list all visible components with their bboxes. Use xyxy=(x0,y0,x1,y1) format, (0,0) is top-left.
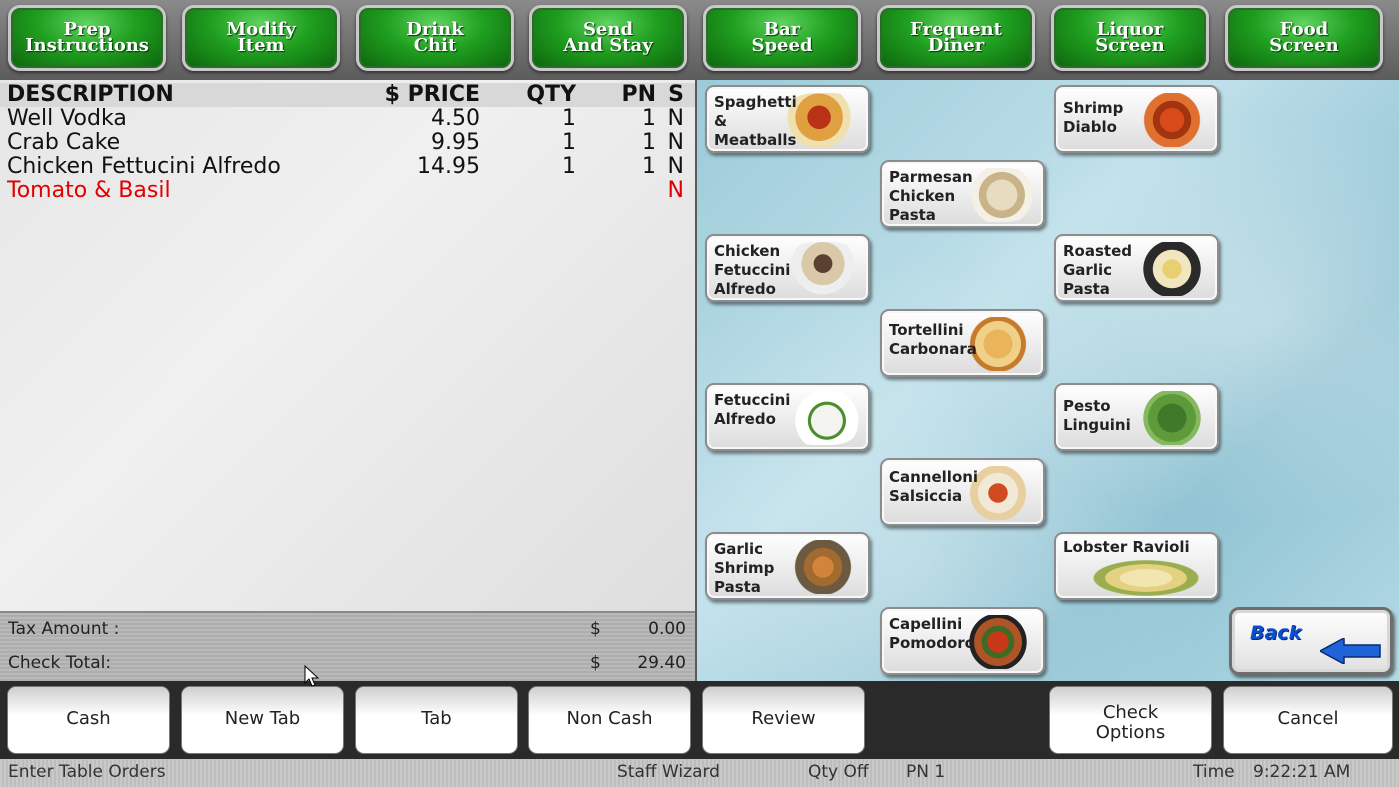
food-screen-button[interactable]: Food Screen xyxy=(1225,5,1383,71)
order-row[interactable]: Well Vodka 4.50 1 1 N xyxy=(0,107,695,131)
check-total-value: 29.40 xyxy=(637,653,686,673)
status-prompt: Enter Table Orders xyxy=(8,762,166,782)
order-modifier-row[interactable]: Tomato & Basil N xyxy=(0,179,695,203)
menu-item-label: Fetuccini Alfredo xyxy=(714,391,791,428)
menu-item-label: Parmesan Chicken Pasta xyxy=(889,168,973,224)
menu-item-parmesan-chicken-pasta[interactable]: Parmesan Chicken Pasta xyxy=(880,160,1045,228)
menu-item-label: Capellini Pomodoro xyxy=(889,615,975,652)
header-price: $ PRICE xyxy=(384,82,480,107)
menu-item-label: Chicken Fetuccini Alfredo xyxy=(714,242,791,298)
left-arrow-icon xyxy=(1320,638,1381,664)
new-tab-button[interactable]: New Tab xyxy=(181,686,344,754)
menu-item-fetuccini-alfredo[interactable]: Fetuccini Alfredo xyxy=(705,383,870,451)
row-pn: 1 xyxy=(642,130,656,155)
menu-item-label: Cannelloni Salsiccia xyxy=(889,468,979,505)
menu-item-label: Pesto Linguini xyxy=(1063,397,1131,434)
menu-item-label: Roasted Garlic Pasta xyxy=(1063,242,1132,298)
row-description: Well Vodka xyxy=(7,107,127,131)
menu-item-label: Garlic Shrimp Pasta xyxy=(714,540,775,596)
row-description: Crab Cake xyxy=(7,131,121,155)
tab-label: Tab xyxy=(421,708,452,729)
bar-speed-button[interactable]: Bar Speed xyxy=(703,5,861,71)
non-cash-label: Non Cash xyxy=(566,708,653,729)
menu-item-pesto-linguini[interactable]: Pesto Linguini xyxy=(1054,383,1219,451)
row-s: N xyxy=(667,106,684,131)
row-qty: 1 xyxy=(562,130,576,155)
order-row[interactable]: Crab Cake 9.95 1 1 N xyxy=(0,131,695,155)
non-cash-button[interactable]: Non Cash xyxy=(528,686,691,754)
menu-item-garlic-shrimp-pasta[interactable]: Garlic Shrimp Pasta xyxy=(705,532,870,600)
review-button[interactable]: Review xyxy=(702,686,865,754)
check-options-button[interactable]: Check Options xyxy=(1049,686,1212,754)
menu-item-lobster-ravioli[interactable]: Lobster Ravioli xyxy=(1054,532,1219,600)
drink-chit-button[interactable]: Drink Chit xyxy=(356,5,514,71)
row-pn: 1 xyxy=(642,106,656,131)
header-qty: QTY xyxy=(526,82,576,107)
menu-item-spaghetti-meatballs[interactable]: Spaghetti & Meatballs xyxy=(705,85,870,153)
menu-item-label: Lobster Ravioli xyxy=(1063,538,1190,556)
cancel-label: Cancel xyxy=(1277,708,1339,729)
check-options-label: Check Options xyxy=(1095,702,1166,743)
row-price: 14.95 xyxy=(417,154,480,179)
row-pn: 1 xyxy=(642,154,656,179)
total-currency: $ xyxy=(590,653,601,673)
menu-item-label: Tortellini Carbonara xyxy=(889,321,977,358)
liquor-screen-button[interactable]: Liquor Screen xyxy=(1051,5,1209,71)
menu-item-chicken-fetuccini-alfredo[interactable]: Chicken Fetuccini Alfredo xyxy=(705,234,870,302)
status-time-label: Time xyxy=(1193,762,1235,782)
mouse-cursor-icon xyxy=(304,665,320,687)
cancel-button[interactable]: Cancel xyxy=(1223,686,1393,754)
check-total-label: Check Total: xyxy=(8,653,112,673)
menu-item-tortellini-carbonara[interactable]: Tortellini Carbonara xyxy=(880,309,1045,377)
header-description: DESCRIPTION xyxy=(7,83,174,107)
order-list[interactable]: DESCRIPTION $ PRICE QTY PN S Well Vodka … xyxy=(0,80,695,611)
top-toolbar: Prep Instructions Modify Item Drink Chit… xyxy=(0,0,1399,80)
row-s: N xyxy=(667,154,684,179)
ravioli-image-icon xyxy=(1081,556,1211,596)
header-s: S xyxy=(668,82,684,107)
row-description: Chicken Fettucini Alfredo xyxy=(7,155,281,179)
row-price: 4.50 xyxy=(431,106,480,131)
row-qty: 1 xyxy=(562,106,576,131)
header-pn: PN xyxy=(621,82,656,107)
row-qty: 1 xyxy=(562,154,576,179)
review-label: Review xyxy=(751,708,816,729)
frequent-diner-button[interactable]: Frequent Diner xyxy=(877,5,1035,71)
status-time: 9:22:21 AM xyxy=(1253,762,1351,782)
modify-item-button[interactable]: Modify Item xyxy=(182,5,340,71)
row-s: N xyxy=(667,130,684,155)
back-button[interactable]: Back xyxy=(1229,607,1393,675)
tab-button[interactable]: Tab xyxy=(355,686,518,754)
status-staff: Staff Wizard xyxy=(617,762,720,782)
row-s: N xyxy=(667,178,684,203)
back-label: Back xyxy=(1250,622,1302,644)
tax-currency: $ xyxy=(590,619,601,639)
status-qty-mode: Qty Off xyxy=(808,762,869,782)
menu-item-shrimp-diablo[interactable]: Shrimp Diablo xyxy=(1054,85,1219,153)
menu-item-label: Spaghetti & Meatballs xyxy=(714,93,797,149)
check-totals: Tax Amount : $ 0.00 Check Total: $ 29.40 xyxy=(0,611,695,683)
new-tab-label: New Tab xyxy=(224,708,301,729)
send-and-stay-button[interactable]: Send And Stay xyxy=(529,5,687,71)
tax-amount-label: Tax Amount : xyxy=(8,619,120,639)
tax-amount-row: Tax Amount : $ 0.00 xyxy=(0,619,695,641)
status-bar: Enter Table Orders Staff Wizard Qty Off … xyxy=(0,759,1399,787)
status-pn: PN 1 xyxy=(906,762,946,782)
menu-item-cannelloni-salsiccia[interactable]: Cannelloni Salsiccia xyxy=(880,458,1045,526)
check-total-row: Check Total: $ 29.40 xyxy=(0,653,695,675)
tax-amount-value: 0.00 xyxy=(648,619,686,639)
empty-button-slot xyxy=(868,686,1046,754)
cash-label: Cash xyxy=(66,708,111,729)
prep-instructions-button[interactable]: Prep Instructions xyxy=(8,5,166,71)
cash-button[interactable]: Cash xyxy=(7,686,170,754)
order-row[interactable]: Chicken Fettucini Alfredo 14.95 1 1 N xyxy=(0,155,695,179)
bottom-toolbar: Cash New Tab Tab Non Cash Review Check O… xyxy=(0,681,1399,759)
row-description: Tomato & Basil xyxy=(7,179,171,203)
menu-item-capellini-pomodoro[interactable]: Capellini Pomodoro xyxy=(880,607,1045,675)
menu-item-roasted-garlic-pasta[interactable]: Roasted Garlic Pasta xyxy=(1054,234,1219,302)
food-menu-panel: Spaghetti & Meatballs Shrimp Diablo Parm… xyxy=(697,80,1399,681)
order-list-header: DESCRIPTION $ PRICE QTY PN S xyxy=(0,83,695,107)
row-price: 9.95 xyxy=(431,130,480,155)
menu-item-label: Shrimp Diablo xyxy=(1063,99,1124,136)
